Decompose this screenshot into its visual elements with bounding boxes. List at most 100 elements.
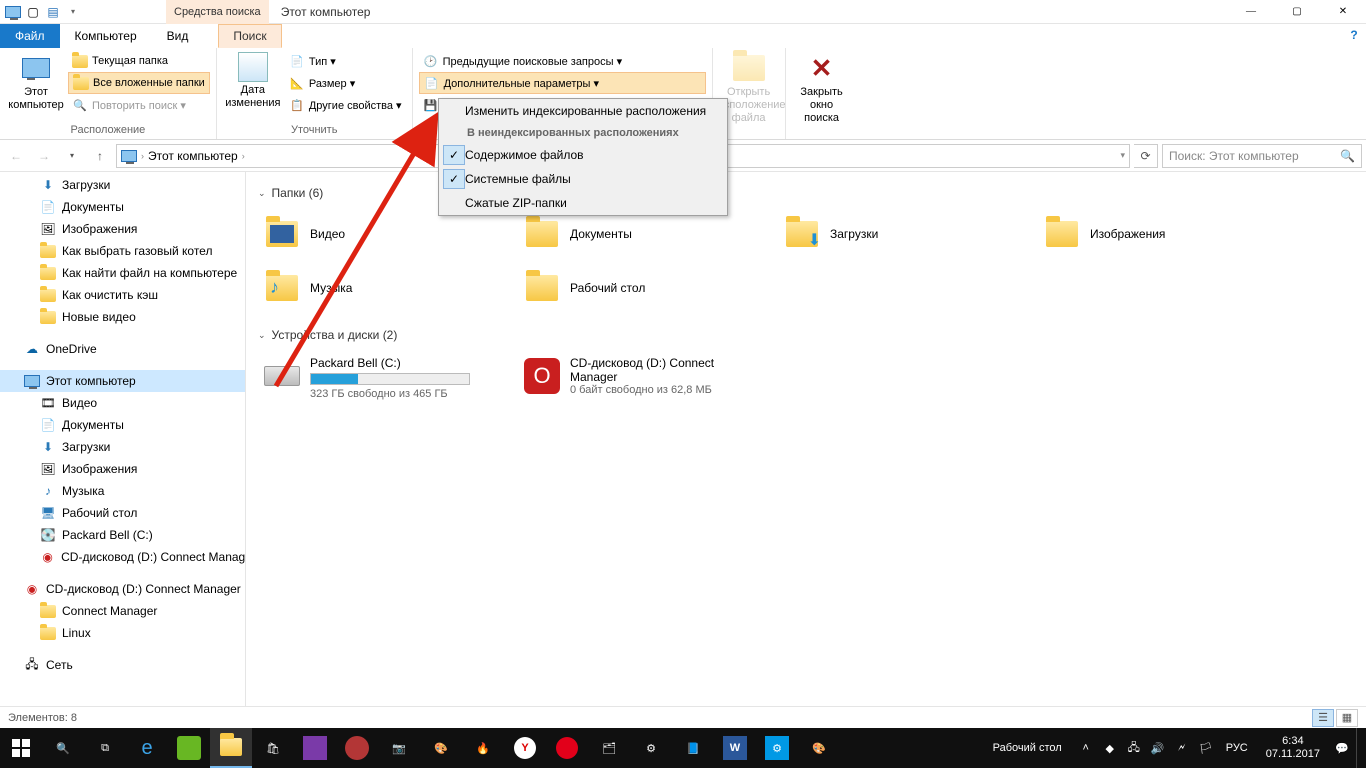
nav-video[interactable]: 🎞Видео — [0, 392, 245, 414]
app-icon-3[interactable] — [336, 728, 378, 768]
menu-system-files[interactable]: ✓Системные файлы — [439, 167, 727, 191]
close-button[interactable]: ✕ — [1320, 0, 1366, 24]
tray-flag-icon[interactable]: 🏳 — [1196, 728, 1216, 768]
other-props-button[interactable]: 📋Другие свойства ▾ — [285, 94, 406, 116]
search-input[interactable]: Поиск: Этот компьютер 🔍 — [1162, 144, 1362, 168]
nav-music[interactable]: ♪Музыка — [0, 480, 245, 502]
settings-icon[interactable]: ⚙ — [756, 728, 798, 768]
explorer-icon[interactable] — [210, 728, 252, 768]
section-devices[interactable]: ⌄Устройства и диски (2) — [258, 328, 1354, 342]
close-search-button[interactable]: ✕ Закрыть окно поиска — [792, 50, 852, 125]
recent-searches-button[interactable]: 🕑Предыдущие поисковые запросы ▾ — [419, 50, 706, 72]
app-icon-8[interactable]: 🗂 — [588, 728, 630, 768]
opera-icon[interactable] — [546, 728, 588, 768]
nav-network[interactable]: 🖧Сеть — [0, 654, 245, 676]
maximize-button[interactable]: ▢ — [1274, 0, 1320, 24]
app-icon-4[interactable]: 📷 — [378, 728, 420, 768]
breadcrumb-segment[interactable]: Этот компьютер — [148, 149, 238, 163]
nav-downloads2[interactable]: ⬇Загрузки — [0, 436, 245, 458]
app-icon-9[interactable]: ⚙ — [630, 728, 672, 768]
start-button[interactable] — [0, 728, 42, 768]
nav-documents[interactable]: 📄Документы — [0, 196, 245, 218]
word-icon[interactable]: W — [714, 728, 756, 768]
tray-network-icon[interactable]: 🖧 — [1124, 728, 1144, 768]
current-folder-button[interactable]: Текущая папка — [68, 50, 210, 72]
nav-pictures[interactable]: 🖼Изображения — [0, 218, 245, 240]
this-pc-button[interactable]: Этот компьютер — [6, 50, 66, 112]
folder-music[interactable]: ♪Музыка — [258, 264, 498, 312]
taskview-button[interactable]: ⧉ — [84, 728, 126, 768]
tab-computer[interactable]: Компьютер — [60, 24, 152, 48]
app-icon-2[interactable] — [294, 728, 336, 768]
breadcrumb-dropdown-icon[interactable]: ▾ — [1120, 150, 1125, 161]
tab-search[interactable]: Поиск — [218, 24, 281, 48]
advanced-params-button[interactable]: 📄Дополнительные параметры ▾ — [419, 72, 706, 94]
menu-file-contents[interactable]: ✓Содержимое файлов — [439, 143, 727, 167]
folder-desktop[interactable]: Рабочий стол — [518, 264, 758, 312]
search-button[interactable]: 🔍 — [42, 728, 84, 768]
nav-drive-d-root[interactable]: ◉CD-дисковод (D:) Connect Manager — [0, 578, 245, 600]
nav-drive-c[interactable]: 💽Packard Bell (C:) — [0, 524, 245, 546]
nav-downloads[interactable]: ⬇Загрузки — [0, 174, 245, 196]
forward-button[interactable]: → — [32, 144, 56, 168]
nav-drive-d[interactable]: ◉CD-дисковод (D:) Connect Manager — [0, 546, 245, 568]
date-modified-button[interactable]: Дата изменения — [223, 50, 283, 110]
size-button[interactable]: 📐Размер ▾ — [285, 72, 406, 94]
navigation-pane[interactable]: ⬇Загрузки 📄Документы 🖼Изображения Как вы… — [0, 172, 246, 732]
recent-locations-button[interactable]: ▾ — [60, 144, 84, 168]
nav-desktop[interactable]: 🖥Рабочий стол — [0, 502, 245, 524]
nav-linux[interactable]: Linux — [0, 622, 245, 644]
menu-change-indexed[interactable]: Изменить индексированные расположения — [439, 99, 727, 123]
drive-c[interactable]: Packard Bell (C:) 323 ГБ свободно из 465… — [258, 352, 498, 404]
refresh-button[interactable]: ⟳ — [1134, 144, 1158, 168]
up-button[interactable]: ↑ — [88, 144, 112, 168]
app-icon-7[interactable]: Y — [504, 728, 546, 768]
folder-downloads[interactable]: ⬇Загрузки — [778, 210, 1018, 258]
drive-d[interactable]: O CD-дисковод (D:) Connect Manager 0 бай… — [518, 352, 758, 404]
tray-lang[interactable]: РУС — [1220, 742, 1254, 754]
app-icon-5[interactable]: 🎨 — [420, 728, 462, 768]
view-large-button[interactable]: ▦ — [1336, 709, 1358, 727]
folder-documents[interactable]: Документы — [518, 210, 758, 258]
folder-pictures[interactable]: Изображения — [1038, 210, 1278, 258]
content-pane[interactable]: ⌄Папки (6) Видео Документы ⬇Загрузки Изо… — [246, 172, 1366, 732]
view-details-button[interactable]: ☰ — [1312, 709, 1334, 727]
nav-onedrive[interactable]: ☁OneDrive — [0, 338, 245, 360]
tray-chevron-icon[interactable]: ˄ — [1076, 728, 1096, 768]
nav-folder-1[interactable]: Как выбрать газовый котел — [0, 240, 245, 262]
tray-battery-icon[interactable]: 🗲 — [1172, 728, 1192, 768]
nav-connect-mgr[interactable]: Connect Manager — [0, 600, 245, 622]
nav-folder-4[interactable]: Новые видео — [0, 306, 245, 328]
search-again-button[interactable]: 🔍Повторить поиск ▾ — [68, 94, 210, 116]
back-button[interactable]: ← — [4, 144, 28, 168]
qat-btn-1[interactable]: ▢ — [24, 3, 42, 21]
edge-icon[interactable]: e — [126, 728, 168, 768]
qat-btn-2[interactable]: ▤ — [44, 3, 62, 21]
menu-zip-folders[interactable]: Сжатые ZIP-папки — [439, 191, 727, 215]
tray-app-icon[interactable]: ◆ — [1100, 728, 1120, 768]
minimize-button[interactable]: — — [1228, 0, 1274, 24]
all-subfolders-button[interactable]: Все вложенные папки — [68, 72, 210, 94]
tab-file[interactable]: Файл — [0, 24, 60, 48]
app-icon-1[interactable] — [168, 728, 210, 768]
tray-volume-icon[interactable]: 🔊 — [1148, 728, 1168, 768]
nav-folder-2[interactable]: Как найти файл на компьютере — [0, 262, 245, 284]
show-desktop-label[interactable]: Рабочий стол — [983, 742, 1072, 754]
app-icon-6[interactable]: 🔥 — [462, 728, 504, 768]
tray-clock[interactable]: 6:34 07.11.2017 — [1258, 735, 1328, 761]
type-button[interactable]: 📄Тип ▾ — [285, 50, 406, 72]
help-button[interactable]: ? — [1342, 24, 1366, 48]
folder-video[interactable]: Видео — [258, 210, 498, 258]
nav-pictures2[interactable]: 🖼Изображения — [0, 458, 245, 480]
nav-folder-3[interactable]: Как очистить кэш — [0, 284, 245, 306]
app-icon-10[interactable]: 📘 — [672, 728, 714, 768]
action-center-icon[interactable]: 💬 — [1332, 728, 1352, 768]
qat-dropdown[interactable]: ▾ — [64, 3, 82, 21]
nav-thispc[interactable]: Этот компьютер — [0, 370, 245, 392]
section-folders[interactable]: ⌄Папки (6) — [258, 186, 1354, 200]
show-desktop-button[interactable] — [1356, 728, 1362, 768]
store-icon[interactable]: 🛍 — [252, 728, 294, 768]
tab-view[interactable]: Вид — [152, 24, 204, 48]
paint-icon[interactable]: 🎨 — [798, 728, 840, 768]
nav-documents2[interactable]: 📄Документы — [0, 414, 245, 436]
